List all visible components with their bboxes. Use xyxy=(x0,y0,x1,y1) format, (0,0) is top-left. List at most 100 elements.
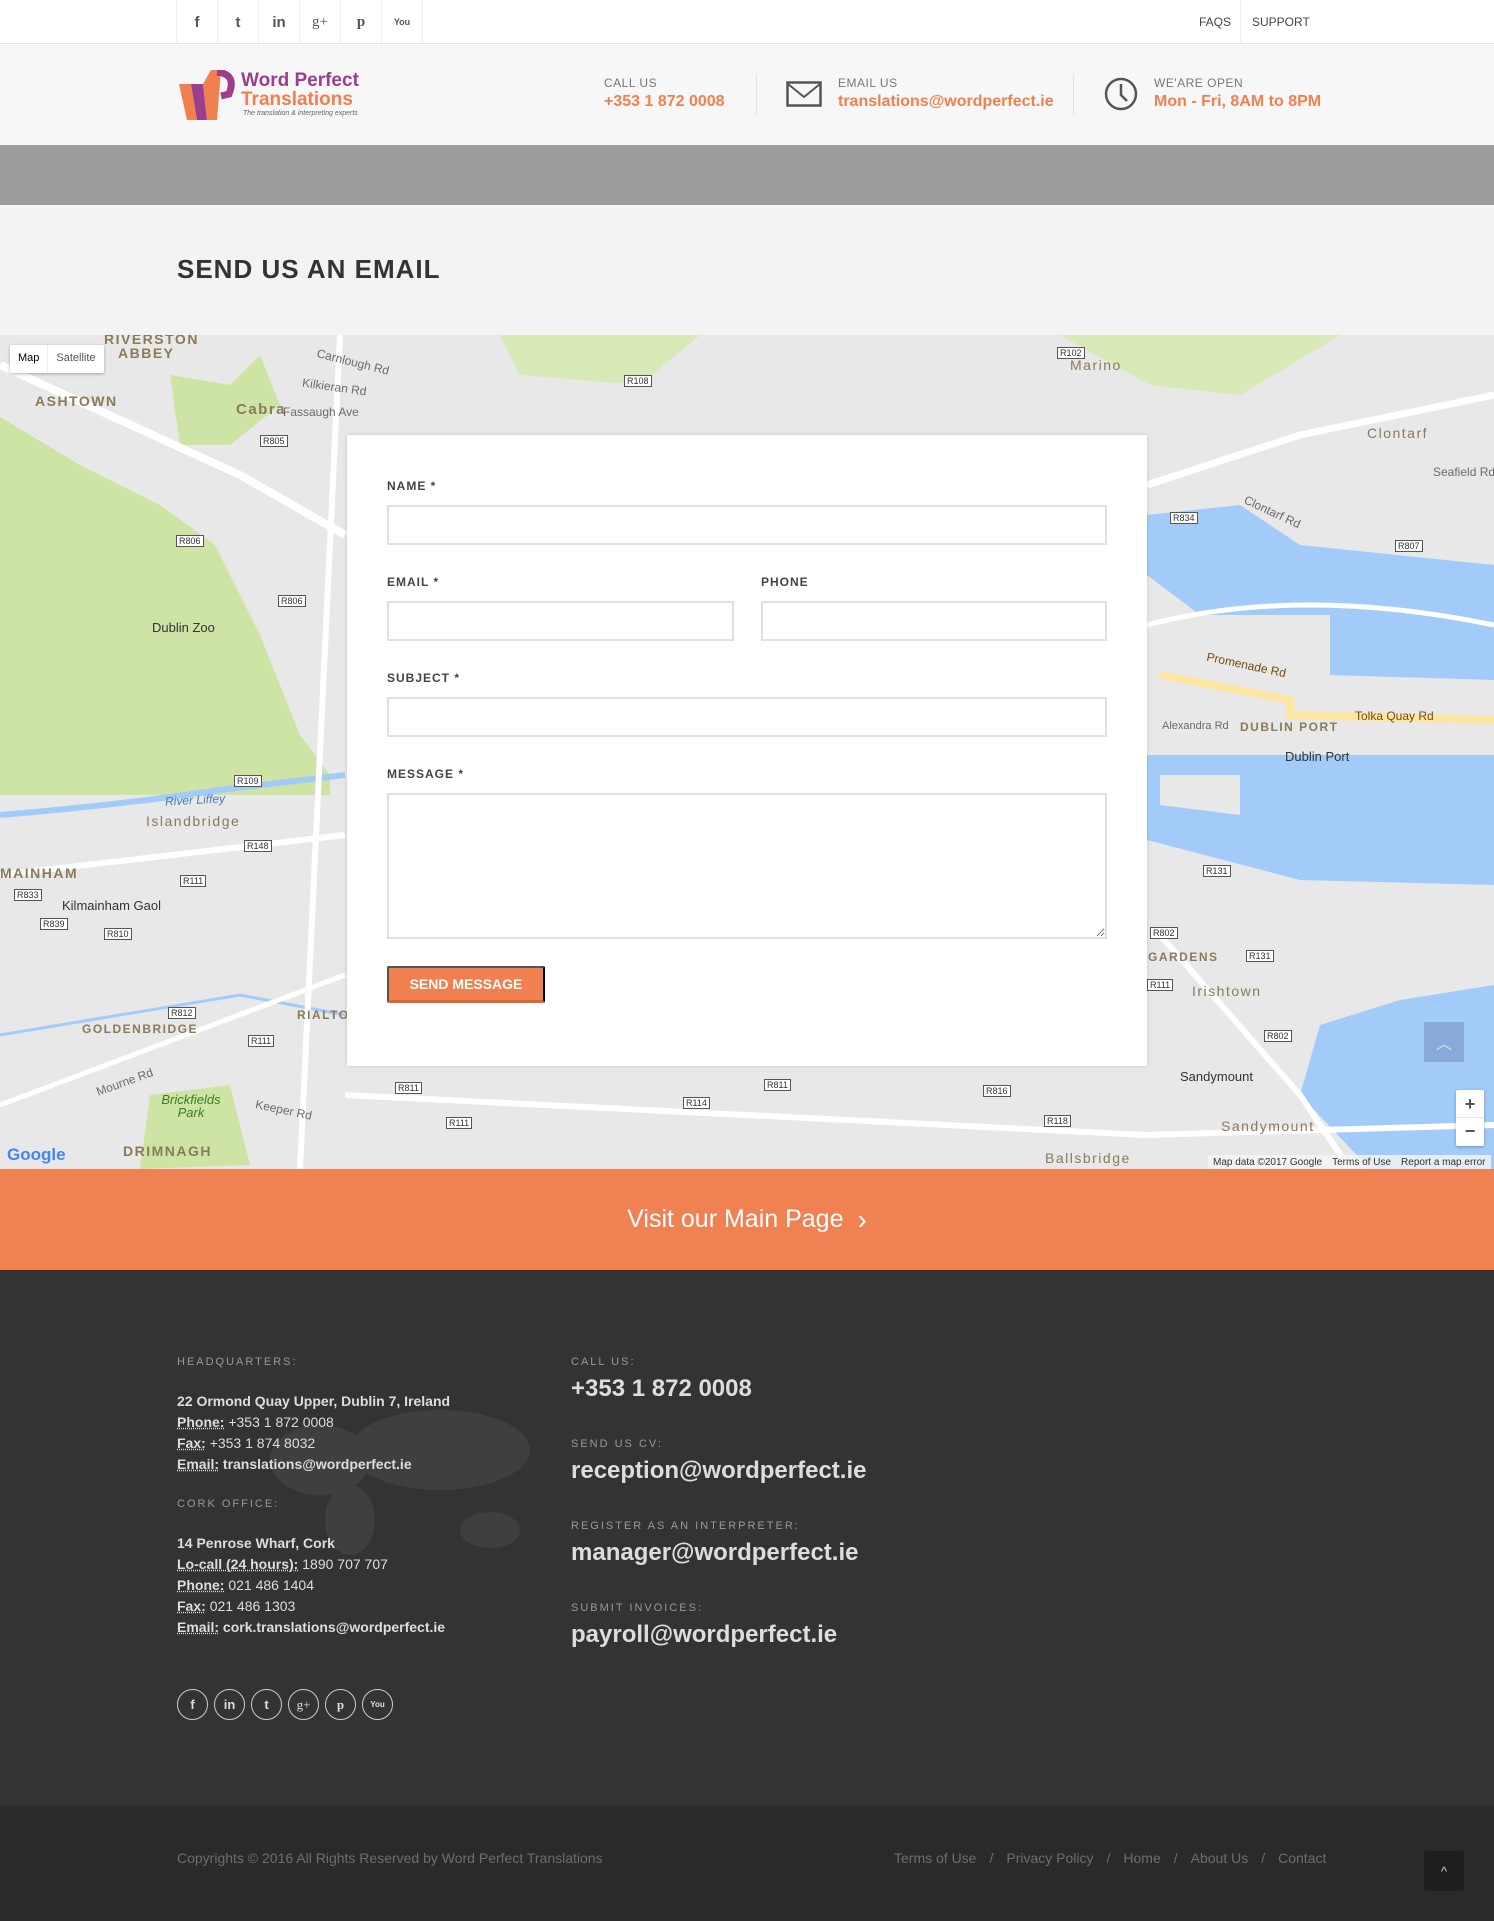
cork-details: 14 Penrose Wharf, Cork Lo-call (24 hours… xyxy=(177,1533,445,1638)
zoom-control: + − xyxy=(1456,1090,1484,1146)
contact-form: NAME * EMAIL * PHONE SUBJECT * MESSAGE *… xyxy=(347,435,1147,1066)
page-title: SEND US AN EMAIL xyxy=(177,254,441,284)
map-label: Cabra xyxy=(236,401,287,418)
zoom-out-button[interactable]: − xyxy=(1456,1118,1484,1145)
email-us-link[interactable]: translations@wordperfect.ie xyxy=(838,93,1054,111)
support-link[interactable]: SUPPORT xyxy=(1252,0,1310,44)
road-shield: R802 xyxy=(1150,927,1178,939)
road-shield: R148 xyxy=(244,840,272,852)
logo-mark-icon xyxy=(179,70,235,120)
contact-link[interactable]: Contact xyxy=(1278,1850,1326,1866)
visit-main-page-link[interactable]: Visit our Main Page › xyxy=(0,1169,1494,1270)
road-shield: R111 xyxy=(446,1117,473,1129)
road-shield: R806 xyxy=(176,535,204,547)
send-message-button[interactable]: SEND MESSAGE xyxy=(387,966,545,1003)
email-input[interactable] xyxy=(387,601,734,641)
logo[interactable]: Word Perfect Translations The translatio… xyxy=(177,70,377,125)
scroll-up-button[interactable]: ︿ xyxy=(1424,1022,1464,1062)
footer: HEADQUARTERS: 22 Ormond Quay Upper, Dubl… xyxy=(0,1270,1494,1806)
map-label: Islandbridge xyxy=(146,813,241,829)
name-input[interactable] xyxy=(387,505,1107,545)
email-label: Email: xyxy=(177,1456,220,1472)
cork-fax: 021 486 1303 xyxy=(209,1598,296,1614)
call-us-phone[interactable]: +353 1 872 0008 xyxy=(604,93,725,111)
road-shield: R839 xyxy=(40,918,68,930)
pinterest-icon[interactable]: p xyxy=(325,1689,356,1720)
separator: / xyxy=(1173,1850,1178,1866)
subject-input[interactable] xyxy=(387,697,1107,737)
chevron-up-icon: ︿ xyxy=(1435,1036,1452,1053)
faqs-link[interactable]: FAQS xyxy=(1199,0,1231,44)
google-plus-icon[interactable]: g+ xyxy=(288,1689,319,1720)
about-link[interactable]: About Us xyxy=(1191,1850,1249,1866)
hq-email[interactable]: translations@wordperfect.ie xyxy=(223,1456,412,1472)
map-label: ASHTOWN xyxy=(35,393,118,409)
cork-address: 14 Penrose Wharf, Cork xyxy=(177,1535,335,1551)
terms-link[interactable]: Terms of Use xyxy=(894,1850,976,1866)
twitter-icon[interactable]: t xyxy=(251,1689,282,1720)
youtube-icon[interactable]: You xyxy=(382,0,423,44)
cork-email[interactable]: cork.translations@wordperfect.ie xyxy=(223,1619,445,1635)
linkedin-icon[interactable]: in xyxy=(259,0,300,44)
map-type-control: Map Satellite xyxy=(10,345,104,373)
message-textarea[interactable] xyxy=(387,793,1107,939)
separator: / xyxy=(989,1850,994,1866)
top-bar: f t in g+ p You FAQS SUPPORT xyxy=(0,0,1494,44)
home-link[interactable]: Home xyxy=(1123,1850,1160,1866)
header: Word Perfect Translations The translatio… xyxy=(0,45,1494,145)
pinterest-icon[interactable]: p xyxy=(341,0,382,44)
privacy-link[interactable]: Privacy Policy xyxy=(1006,1850,1093,1866)
clock-icon xyxy=(1104,77,1138,111)
zoom-in-button[interactable]: + xyxy=(1456,1090,1484,1118)
linkedin-icon[interactable]: in xyxy=(214,1689,245,1720)
road-shield: R811 xyxy=(395,1082,422,1094)
interpreter-email[interactable]: manager@wordperfect.ie xyxy=(571,1539,858,1567)
divider xyxy=(1240,0,1241,44)
map-label: Fassaugh Ave xyxy=(283,405,359,419)
road-shield: R131 xyxy=(1203,865,1231,877)
twitter-icon[interactable]: t xyxy=(218,0,259,44)
divider xyxy=(1073,74,1074,116)
map-label: Seafield Rd W xyxy=(1433,465,1494,479)
hq-phone[interactable]: +353 1 872 0008 xyxy=(228,1414,334,1430)
fax-label: Fax: xyxy=(177,1435,206,1451)
map-label: Dublin Zoo xyxy=(152,620,215,635)
subject-label: SUBJECT * xyxy=(387,671,461,685)
chevron-up-icon: ^ xyxy=(1440,1863,1448,1879)
phone-label: Phone: xyxy=(177,1414,225,1430)
cork-phone[interactable]: 021 486 1404 xyxy=(228,1577,314,1593)
road-shield: R811 xyxy=(764,1079,791,1091)
separator: / xyxy=(1261,1850,1266,1866)
phone-input[interactable] xyxy=(761,601,1107,641)
footer-phone[interactable]: +353 1 872 0008 xyxy=(571,1375,752,1403)
cork-locall[interactable]: 1890 707 707 xyxy=(302,1556,388,1572)
cv-heading: SEND US CV: xyxy=(571,1438,663,1450)
map-label: Sandymount xyxy=(1221,1118,1315,1134)
map-type-map[interactable]: Map xyxy=(10,345,49,373)
footer-nav: Terms of Use / Privacy Policy / Home / Abou… xyxy=(894,1850,1326,1866)
facebook-icon[interactable]: f xyxy=(177,1689,208,1720)
page-banner xyxy=(0,145,1494,205)
youtube-icon[interactable]: You xyxy=(362,1689,393,1720)
report-map-error-link[interactable]: Report a map error xyxy=(1401,1157,1485,1168)
copyright: Copyrights © 2016 All Rights Reserved by… xyxy=(177,1850,603,1866)
map-type-satellite[interactable]: Satellite xyxy=(48,345,103,373)
message-label: MESSAGE * xyxy=(387,767,465,781)
envelope-icon xyxy=(786,81,822,107)
map-terms-link[interactable]: Terms of Use xyxy=(1332,1157,1391,1168)
cta-label: Visit our Main Page xyxy=(627,1205,844,1233)
cv-email[interactable]: reception@wordperfect.ie xyxy=(571,1457,866,1485)
hq-details: 22 Ormond Quay Upper, Dublin 7, Ireland … xyxy=(177,1391,450,1475)
hq-heading: HEADQUARTERS: xyxy=(177,1356,298,1368)
map-label: Dublin Port xyxy=(1285,749,1350,764)
road-shield: R802 xyxy=(1264,1030,1292,1042)
call-us-label: CALL US xyxy=(604,76,658,90)
road-shield: R807 xyxy=(1395,540,1423,552)
road-shield: R810 xyxy=(104,928,132,940)
google-plus-icon[interactable]: g+ xyxy=(300,0,341,44)
invoices-email[interactable]: payroll@wordperfect.ie xyxy=(571,1621,837,1649)
facebook-icon[interactable]: f xyxy=(177,0,218,44)
map-label: Alexandra Rd xyxy=(1162,720,1229,732)
back-to-top-button[interactable]: ^ xyxy=(1424,1851,1464,1891)
road-shield: R108 xyxy=(624,375,652,387)
